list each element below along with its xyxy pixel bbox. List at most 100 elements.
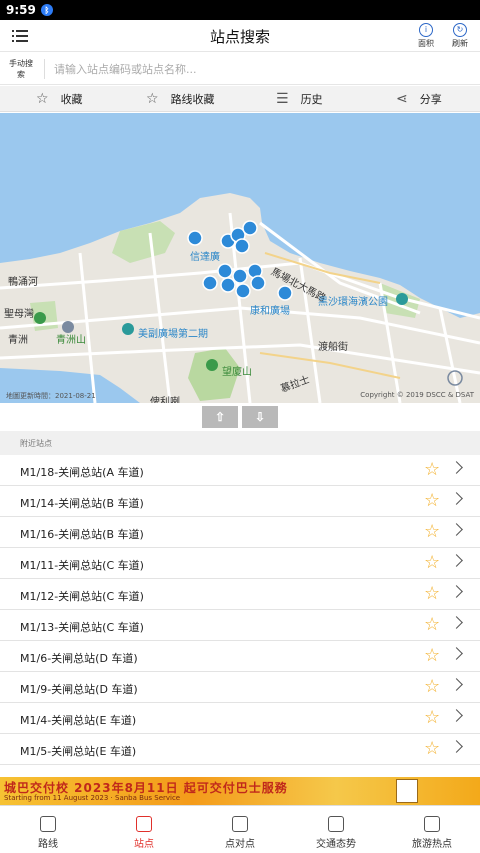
star-outline-icon[interactable]: ☆ [424, 739, 440, 759]
map-controls: ⇧ ⇩ [0, 403, 480, 431]
list-item[interactable]: M1/4-关闸总站(E 车道) ☆ [0, 703, 480, 734]
nav-tab-routes[interactable]: 路线 [0, 806, 96, 853]
share-button[interactable]: ⋖ 分享 [396, 86, 480, 112]
nav-tab-stops[interactable]: 站点 [96, 806, 192, 853]
bus-stop-marker[interactable] [277, 285, 293, 301]
chevron-right-icon [450, 492, 463, 505]
bottom-nav: 路线 站点 点对点 交通态势 旅游热点 [0, 805, 480, 853]
list-item[interactable]: M1/14-关闸总站(B 车道) ☆ [0, 486, 480, 517]
history-label: 历史 [300, 93, 323, 106]
nav-tab-tourism[interactable]: 旅游热点 [384, 806, 480, 853]
star-outline-icon[interactable]: ☆ [424, 491, 440, 511]
map-place-label: 望廈山 [222, 367, 252, 378]
search-divider [44, 59, 45, 79]
bus-stop-marker[interactable] [250, 275, 266, 291]
star-outline-icon[interactable]: ☆ [424, 646, 440, 666]
bus-stop-marker[interactable] [187, 230, 203, 246]
stop-list: M1/18-关闸总站(A 车道) ☆ M1/14-关闸总站(B 车道) ☆ M1… [0, 455, 480, 765]
status-time: 9:59 [6, 3, 36, 17]
chevron-right-icon [450, 554, 463, 567]
map-place-label: 信達廣 [190, 252, 220, 263]
star-outline-icon[interactable]: ☆ [424, 584, 440, 604]
share-label: 分享 [419, 93, 442, 106]
history-icon: ☰ [276, 91, 289, 107]
stop-name: M1/16-关闸总站(B 车道) [20, 528, 144, 541]
map-up-button[interactable]: ⇧ [202, 406, 238, 428]
map-copyright: Copyright © 2019 DSCC & DSAT [360, 391, 474, 399]
qr-code-icon [396, 779, 418, 803]
bus-stop-marker[interactable] [242, 220, 258, 236]
route-favorites-button[interactable]: ☆ 路线收藏 [138, 86, 276, 112]
list-item[interactable]: M1/6-关闸总站(D 车道) ☆ [0, 641, 480, 672]
stop-name: M1/13-关闸总站(C 车道) [20, 621, 144, 634]
bus-stop-marker[interactable] [232, 268, 248, 284]
favorites-button[interactable]: ☆ 收藏 [0, 86, 138, 112]
list-item[interactable]: M1/12-关闸总站(C 车道) ☆ [0, 579, 480, 610]
share-icon: ⋖ [396, 91, 408, 107]
area-button-label: 面积 [418, 39, 434, 48]
bus-stop-marker[interactable] [220, 277, 236, 293]
list-item[interactable]: M1/18-关闸总站(A 车道) ☆ [0, 455, 480, 486]
map-view[interactable]: 鴨涌河 聖母灣 青洲 青洲山 信達廣 康和廣場 美副廣場第二期 望廈山 俾利喇 … [0, 113, 480, 403]
map-update-time: 地圖更新時間：2021-08-21 [6, 392, 96, 400]
list-item[interactable]: M1/9-关闸总站(D 车道) ☆ [0, 672, 480, 703]
bus-stop-marker[interactable] [217, 263, 233, 279]
road [438, 307, 462, 403]
refresh-button[interactable]: ↻ 刷新 [446, 23, 474, 51]
chevron-right-icon [450, 461, 463, 474]
title-bar: 站点搜索 i 面积 ↻ 刷新 [0, 20, 480, 52]
nav-tab-label: 旅游热点 [412, 839, 452, 850]
star-outline-icon[interactable]: ☆ [424, 460, 440, 480]
landmark-pin[interactable] [34, 312, 46, 324]
stop-name: M1/5-关闸总站(E 车道) [20, 745, 137, 758]
traffic-icon [328, 816, 344, 832]
nav-tab-label: 路线 [38, 839, 58, 850]
list-item[interactable]: M1/16-关闸总站(B 车道) ☆ [0, 517, 480, 548]
nav-tab-point-to-point[interactable]: 点对点 [192, 806, 288, 853]
map-down-button[interactable]: ⇩ [242, 406, 278, 428]
landmark-pin[interactable] [122, 323, 134, 335]
list-item[interactable]: M1/13-关闸总站(C 车道) ☆ [0, 610, 480, 641]
stop-name: M1/11-关闸总站(C 车道) [20, 559, 144, 572]
map-place-label: 美副廣場第二期 [138, 329, 208, 340]
star-outline-icon[interactable]: ☆ [424, 677, 440, 697]
landmark-pin[interactable] [206, 359, 218, 371]
chevron-right-icon [450, 740, 463, 753]
stop-name: M1/4-关闸总站(E 车道) [20, 714, 137, 727]
map-place-label: 俾利喇 [150, 397, 180, 403]
stop-name: M1/9-关闸总站(D 车道) [20, 683, 138, 696]
refresh-button-label: 刷新 [452, 39, 468, 48]
camera-icon [424, 816, 440, 832]
bus-stop-marker[interactable] [202, 275, 218, 291]
landmark-pin[interactable] [396, 293, 408, 305]
stop-name: M1/12-关闸总站(C 车道) [20, 590, 144, 603]
nav-tab-traffic[interactable]: 交通态势 [288, 806, 384, 853]
chevron-right-icon [450, 678, 463, 691]
route-favorites-label: 路线收藏 [170, 93, 215, 106]
search-input[interactable] [54, 57, 464, 81]
star-outline-icon: ☆ [36, 91, 49, 107]
ad-banner[interactable]: 城巴交付校 2023年8月11日 起可交付巴士服務 Starting from … [0, 777, 480, 805]
list-item[interactable]: M1/11-关闸总站(C 车道) ☆ [0, 548, 480, 579]
star-outline-icon[interactable]: ☆ [424, 553, 440, 573]
history-button[interactable]: ☰ 历史 [276, 86, 396, 112]
star-outline-icon[interactable]: ☆ [424, 615, 440, 635]
map-place-label: 聖母灣 [4, 309, 34, 320]
stop-name: M1/18-关闸总站(A 车道) [20, 466, 144, 479]
road [148, 232, 172, 403]
chevron-right-icon [450, 709, 463, 722]
star-outline-icon[interactable]: ☆ [424, 522, 440, 542]
star-outline-icon[interactable]: ☆ [424, 708, 440, 728]
manual-search-button[interactable]: 手动搜索 [6, 58, 36, 80]
bus-stop-marker[interactable] [234, 238, 250, 254]
action-row: ☆ 收藏 ☆ 路线收藏 ☰ 历史 ⋖ 分享 [0, 86, 480, 112]
bus-stop-marker[interactable] [235, 283, 251, 299]
area-button[interactable]: i 面积 [412, 23, 440, 51]
nearby-header: 附近站点 [0, 431, 480, 455]
bus-icon [40, 816, 56, 832]
nav-tab-label: 站点 [134, 839, 154, 850]
list-item[interactable]: M1/5-关闸总站(E 车道) ☆ [0, 734, 480, 765]
stop-name: M1/6-关闸总站(D 车道) [20, 652, 138, 665]
bluetooth-icon: ᛒ [40, 4, 53, 16]
chevron-right-icon [450, 585, 463, 598]
